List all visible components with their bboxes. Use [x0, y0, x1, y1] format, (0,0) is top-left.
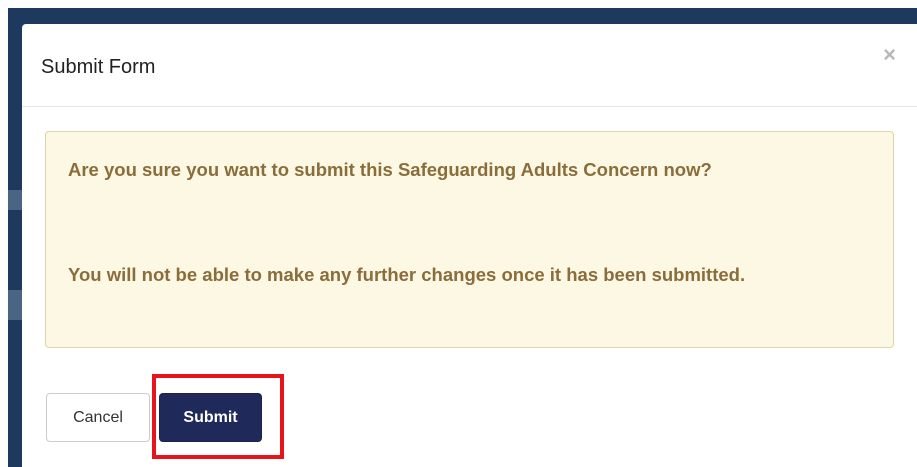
cancel-button[interactable]: Cancel — [46, 393, 150, 442]
submit-form-dialog: Submit Form × Are you sure you want to s… — [22, 24, 917, 467]
close-icon[interactable]: × — [883, 44, 896, 66]
background-page-fragment — [8, 190, 22, 210]
confirmation-question: Are you sure you want to submit this Saf… — [68, 159, 712, 180]
background-page-fragment — [8, 290, 22, 320]
dialog-title: Submit Form — [41, 56, 156, 78]
warning-alert: Are you sure you want to submit this Saf… — [45, 131, 894, 348]
no-changes-warning: You will not be able to make any further… — [68, 264, 746, 285]
submit-button[interactable]: Submit — [159, 393, 262, 442]
dialog-header: Submit Form × — [22, 24, 917, 107]
